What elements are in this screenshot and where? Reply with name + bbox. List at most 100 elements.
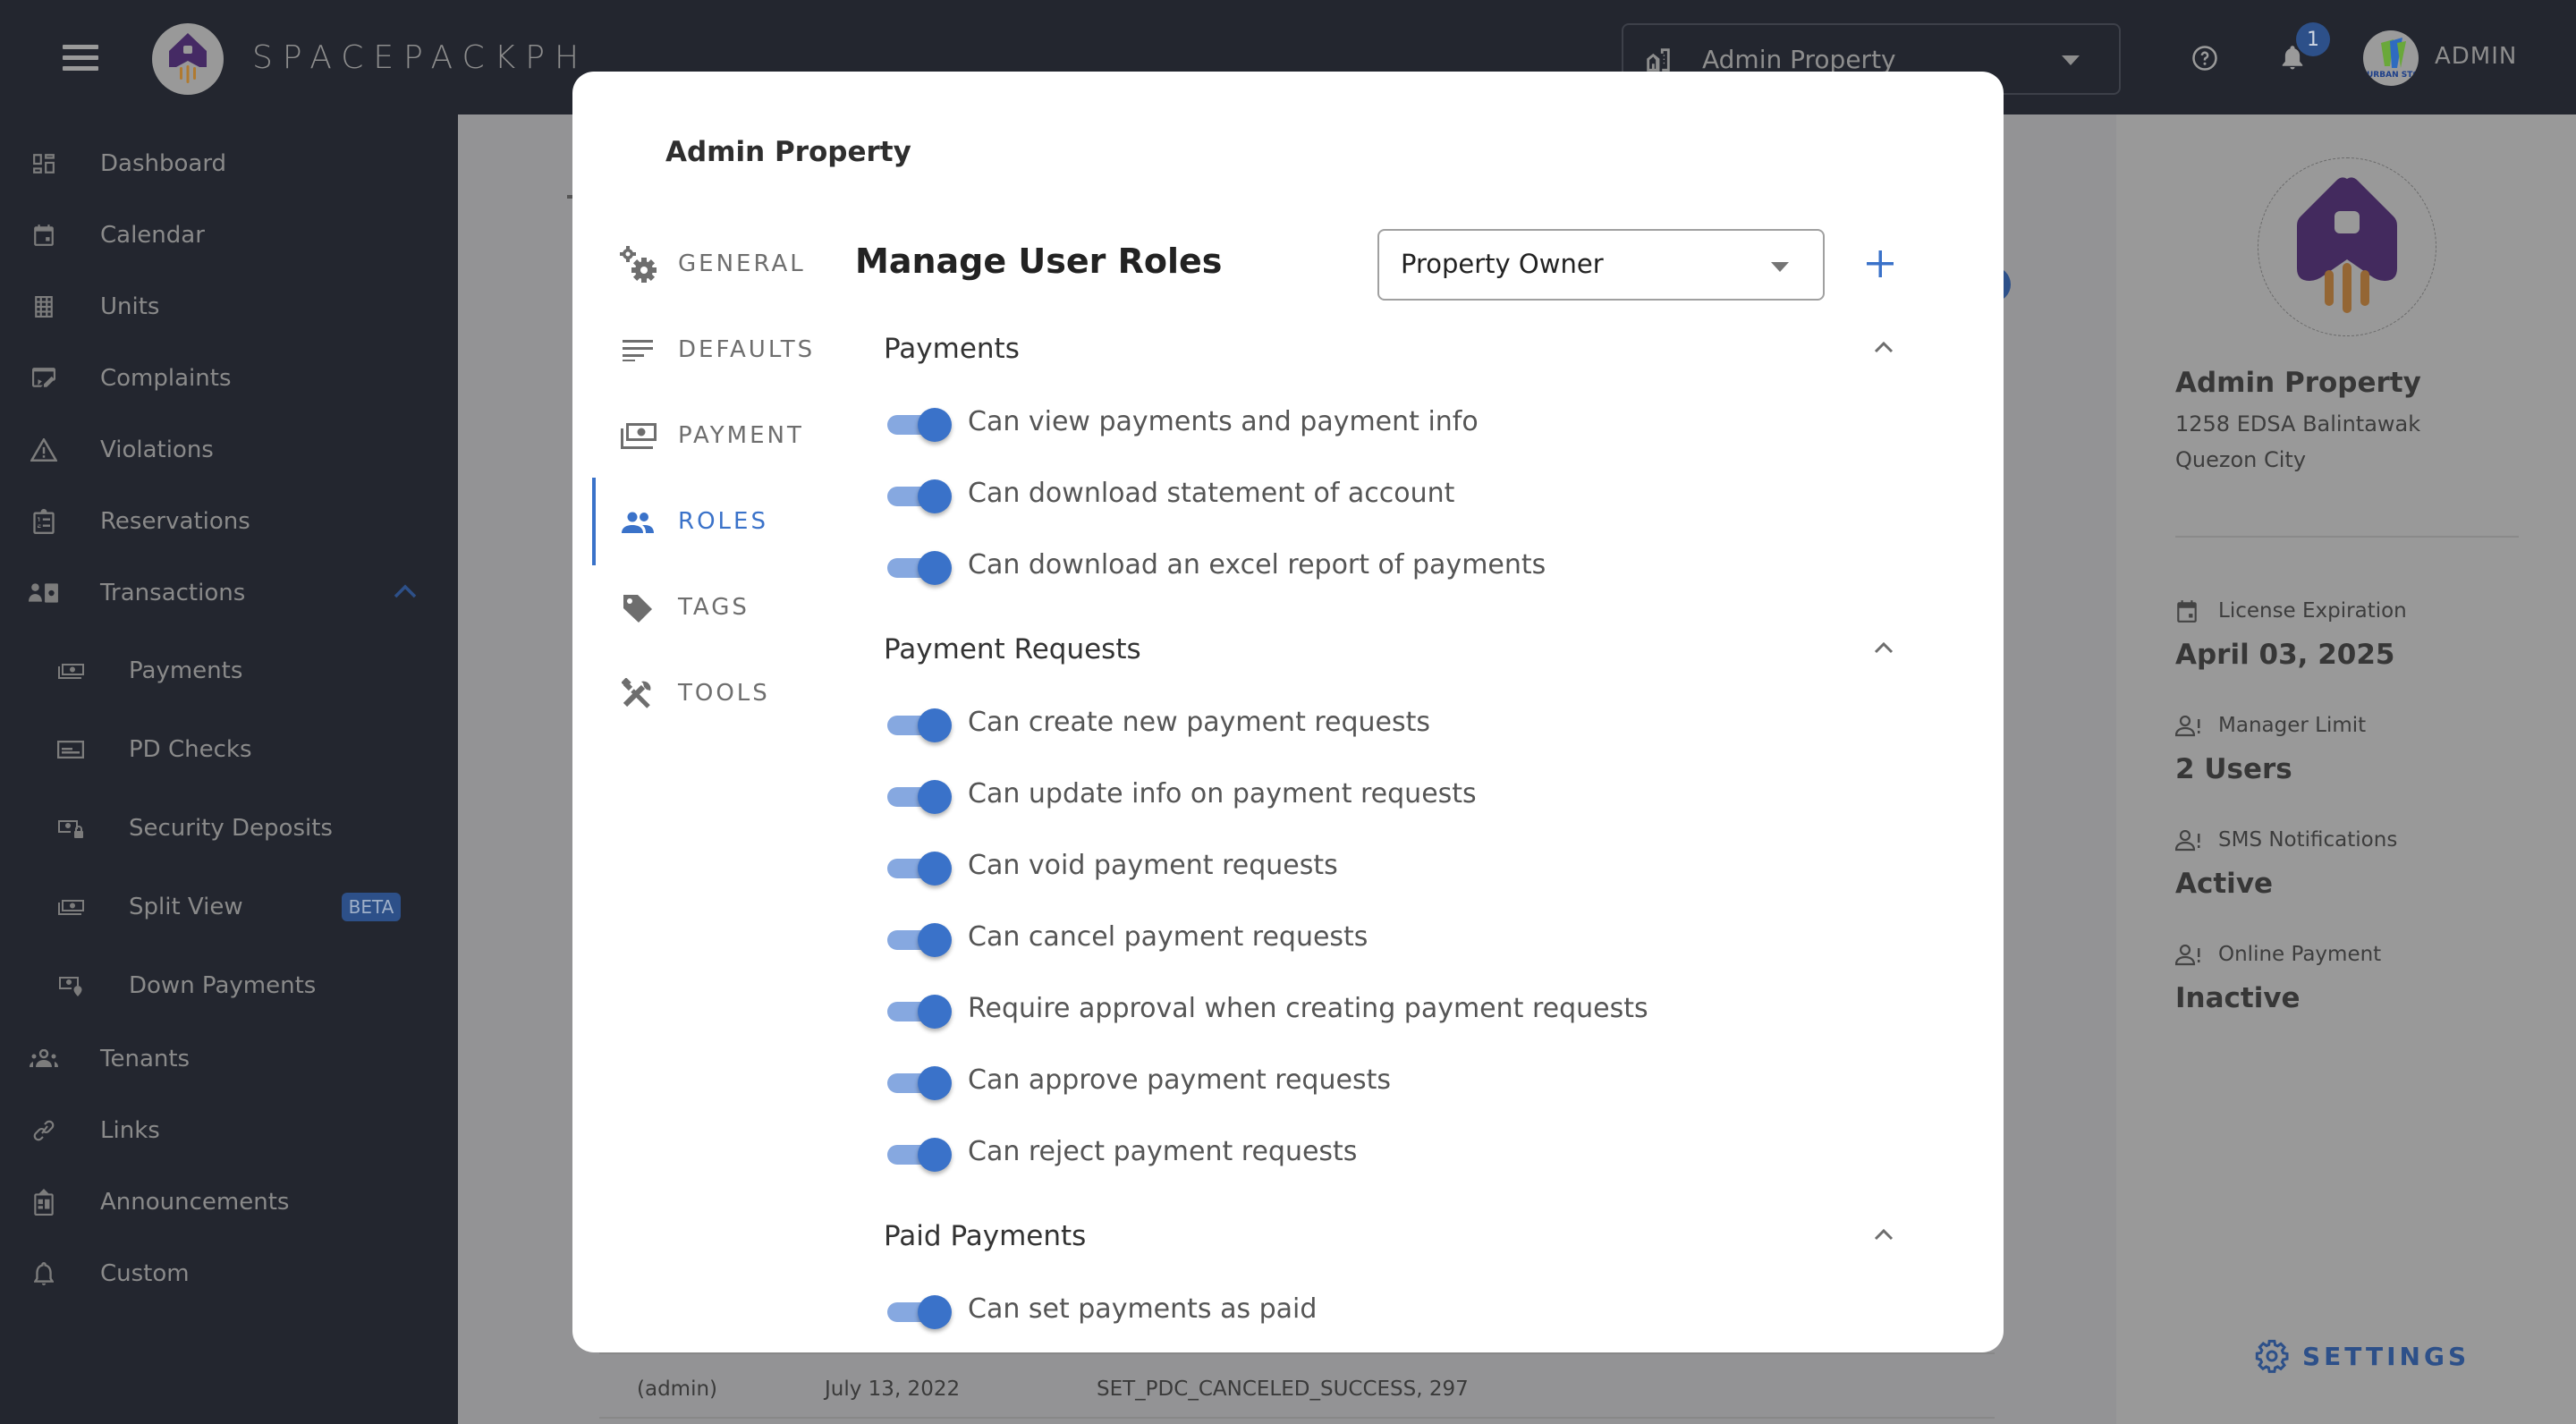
check-icon	[55, 734, 86, 765]
permission-toggle[interactable]	[886, 1292, 953, 1329]
permission-toggle[interactable]	[886, 476, 953, 513]
settings-button[interactable]: SETTINGS	[2254, 1338, 2470, 1374]
add-role-button[interactable]	[1855, 238, 1905, 288]
people-icon	[29, 1044, 59, 1074]
permission-row: Can void payment requests	[886, 839, 1869, 893]
permission-toggle[interactable]	[886, 1063, 953, 1100]
sidebar-item-payments[interactable]: Payments	[0, 644, 458, 698]
permission-toggle[interactable]	[886, 776, 953, 814]
user-name[interactable]: ADMIN	[2435, 43, 2517, 70]
permission-toggle[interactable]	[886, 920, 953, 957]
permission-row: Can download an excel report of payments	[886, 538, 1869, 592]
clipboard-list-icon	[29, 506, 59, 537]
log-date: July 13, 2022	[825, 1377, 961, 1401]
money-icon	[55, 656, 86, 686]
sidebar-item-violations[interactable]: Violations	[0, 423, 458, 477]
group-paid-payments-header[interactable]: Paid Payments	[884, 1211, 1894, 1265]
permission-label: Can create new payment requests	[968, 707, 1431, 738]
divider	[599, 1352, 1995, 1354]
money-lock-icon	[55, 813, 86, 843]
permission-toggle[interactable]	[886, 705, 953, 742]
sidebar-item-tenants[interactable]: Tenants	[0, 1032, 458, 1086]
chevron-down-icon	[2062, 55, 2080, 65]
menu-icon[interactable]	[63, 45, 98, 72]
sidebar-item-label: Split View	[129, 894, 243, 920]
role-select[interactable]: Property Owner	[1377, 229, 1825, 301]
tab-payment[interactable]: PAYMENT	[592, 401, 834, 472]
chevron-up-icon[interactable]	[1873, 1227, 1894, 1245]
tools-icon	[617, 676, 658, 712]
sidebar-item-reservations[interactable]: Reservations	[0, 495, 458, 548]
sidebar-item-announcements[interactable]: Announcements	[0, 1175, 458, 1229]
chevron-up-icon[interactable]	[394, 584, 417, 602]
sidebar-item-label: Reservations	[100, 508, 250, 535]
permission-toggle[interactable]	[886, 848, 953, 886]
beta-badge: BETA	[342, 893, 401, 921]
permission-label: Can set payments as paid	[968, 1293, 1318, 1325]
stat-value-license: April 03, 2025	[2175, 639, 2395, 671]
sidebar-item-down-payments[interactable]: Down Payments	[0, 959, 458, 1013]
stat-label-sms: SMS Notifications	[2218, 828, 2398, 852]
tab-general[interactable]: GENERAL	[592, 229, 834, 301]
sidebar-item-complaints[interactable]: Complaints	[0, 352, 458, 405]
sidebar-item-split-view[interactable]: Split View BETA	[0, 880, 458, 934]
sidebar-item-transactions[interactable]: Transactions	[0, 566, 458, 620]
stat-label-online-payment: Online Payment	[2218, 943, 2382, 966]
group-payment-requests-header[interactable]: Payment Requests	[884, 624, 1894, 678]
bell-icon	[29, 1259, 59, 1289]
role-select-value: Property Owner	[1401, 249, 1604, 279]
sidebar: Dashboard Calendar Units Complaints Viol…	[0, 114, 458, 1424]
group-payments-header[interactable]: Payments	[884, 324, 1894, 377]
property-name: Admin Property	[2175, 367, 2421, 399]
tab-label: GENERAL	[678, 250, 806, 277]
permission-row: Can create new payment requests	[886, 696, 1869, 750]
sidebar-item-custom[interactable]: Custom	[0, 1247, 458, 1301]
tab-label: PAYMENT	[678, 422, 804, 449]
settings-label: SETTINGS	[2302, 1341, 2470, 1371]
property-address: 1258 EDSA Balintawak	[2175, 411, 2421, 437]
tab-tools[interactable]: TOOLS	[592, 658, 834, 730]
log-user: (admin)	[637, 1377, 718, 1401]
stat-value-online-payment: Inactive	[2175, 982, 2301, 1014]
complaint-icon	[29, 363, 59, 394]
permission-row: Can update info on payment requests	[886, 767, 1869, 821]
sidebar-item-links[interactable]: Links	[0, 1104, 458, 1157]
sidebar-item-dashboard[interactable]: Dashboard	[0, 137, 458, 191]
tab-tags[interactable]: TAGS	[592, 572, 834, 644]
plus-icon	[1867, 250, 1894, 277]
permission-row: Can reject payment requests	[886, 1125, 1869, 1179]
permission-label: Can download an excel report of payments	[968, 549, 1546, 581]
avatar[interactable]: URBAN STO	[2363, 30, 2419, 86]
permission-toggle[interactable]	[886, 547, 953, 585]
money-pin-icon	[55, 971, 86, 1001]
chevron-up-icon[interactable]	[1873, 640, 1894, 658]
permission-toggle[interactable]	[886, 1134, 953, 1172]
sidebar-item-label: Dashboard	[100, 150, 227, 177]
stat-label-license: License Expiration	[2218, 599, 2407, 623]
permission-label: Can approve payment requests	[968, 1064, 1391, 1096]
sidebar-item-calendar[interactable]: Calendar	[0, 208, 458, 262]
log-action: SET_PDC_CANCELED_SUCCESS, 297	[1097, 1377, 1469, 1401]
sidebar-item-label: Payments	[129, 657, 243, 684]
chevron-up-icon[interactable]	[1873, 340, 1894, 358]
lines-icon	[617, 333, 658, 369]
tab-roles[interactable]: ROLES	[592, 487, 834, 558]
chevron-down-icon	[1771, 262, 1789, 272]
tab-defaults[interactable]: DEFAULTS	[592, 315, 834, 386]
sidebar-item-security-deposits[interactable]: Security Deposits	[0, 801, 458, 855]
permission-toggle[interactable]	[886, 404, 953, 442]
modal-title: Admin Property	[665, 136, 911, 168]
user-alert-icon	[2174, 944, 2202, 970]
permission-label: Can reject payment requests	[968, 1136, 1358, 1167]
sidebar-item-label: Violations	[100, 437, 214, 463]
sidebar-item-units[interactable]: Units	[0, 280, 458, 334]
permission-row: Can view payments and payment info	[886, 395, 1869, 449]
sidebar-item-label: Complaints	[100, 365, 232, 392]
svg-text:URBAN STO: URBAN STO	[2367, 71, 2419, 80]
divider	[2175, 536, 2519, 538]
permission-toggle[interactable]	[886, 991, 953, 1029]
group-title: Paid Payments	[884, 1220, 1087, 1252]
sidebar-item-pd-checks[interactable]: PD Checks	[0, 723, 458, 776]
help-icon[interactable]	[2191, 45, 2218, 75]
permission-label: Can void payment requests	[968, 850, 1338, 881]
